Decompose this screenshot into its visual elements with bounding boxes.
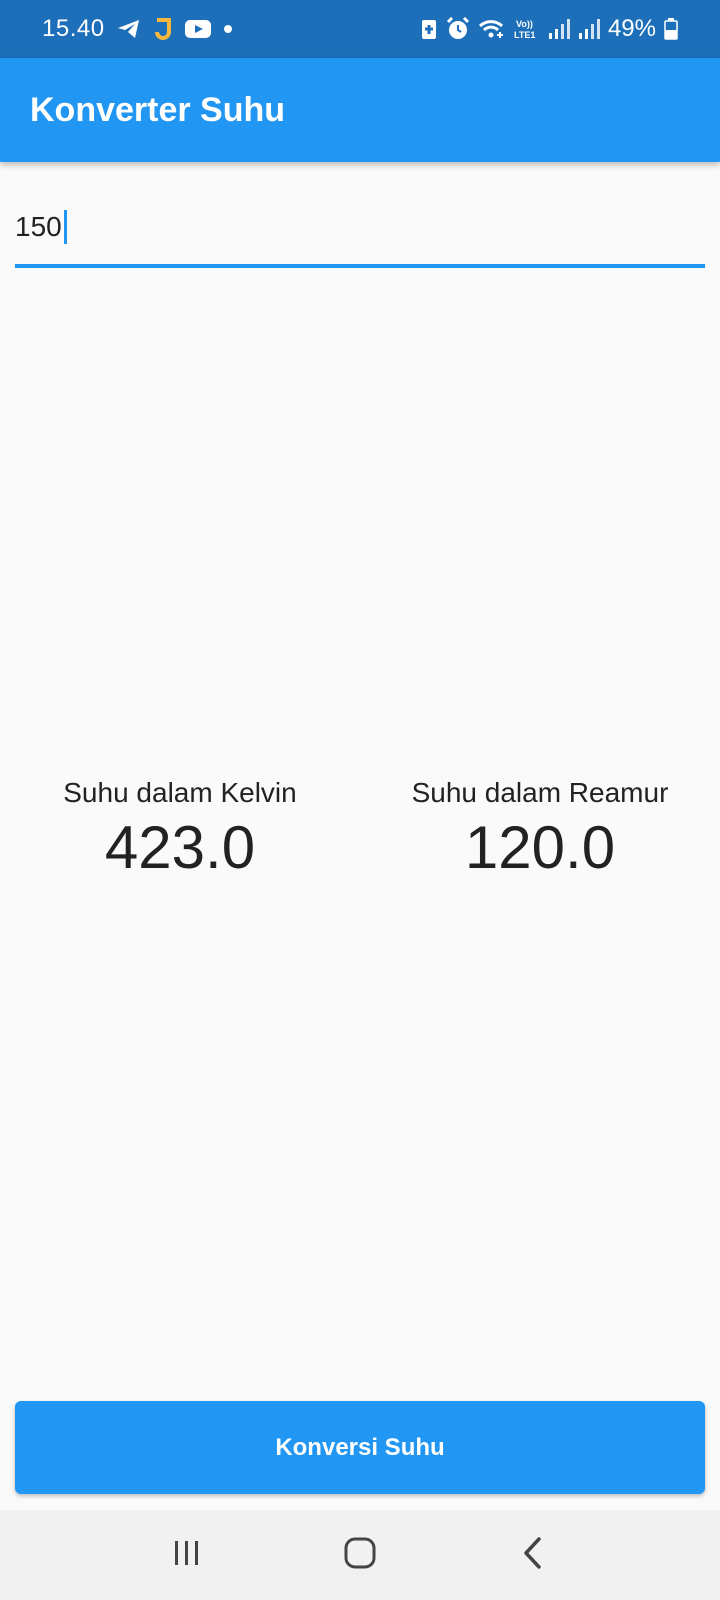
text-cursor <box>63 210 67 244</box>
svg-text:Vo)): Vo)) <box>516 19 533 29</box>
convert-button[interactable]: Konversi Suhu <box>15 1401 705 1494</box>
youtube-icon <box>184 19 211 39</box>
reamur-label: Suhu dalam Reamur <box>411 777 669 808</box>
battery-saver-icon <box>420 17 438 41</box>
temperature-input[interactable]: 150 <box>15 210 67 244</box>
results-row: Suhu dalam Kelvin 423.0 Suhu dalam Reamu… <box>0 775 720 883</box>
status-bar: 15.40 Vo)) LTE1 49% <box>0 0 720 58</box>
signal-icon <box>548 18 570 40</box>
telegram-icon <box>117 18 141 40</box>
back-icon <box>521 1536 545 1575</box>
home-icon <box>343 1536 377 1575</box>
temperature-input-value: 150 <box>15 211 62 242</box>
svg-text:LTE1: LTE1 <box>514 30 535 40</box>
battery-icon <box>664 18 678 40</box>
signal-icon <box>578 18 600 40</box>
dot-icon <box>223 24 233 34</box>
home-button[interactable] <box>320 1525 400 1585</box>
reamur-result: Suhu dalam Reamur 120.0 <box>360 775 720 883</box>
navigation-bar <box>0 1510 720 1600</box>
j-app-icon <box>153 17 173 41</box>
back-button[interactable] <box>493 1525 573 1585</box>
app-bar: Konverter Suhu <box>0 58 720 162</box>
page-title: Konverter Suhu <box>30 90 286 129</box>
recents-icon <box>172 1539 202 1572</box>
kelvin-label: Suhu dalam Kelvin <box>63 777 297 808</box>
volte-icon: Vo)) LTE1 <box>514 17 540 41</box>
status-time: 15.40 <box>42 15 105 42</box>
kelvin-result: Suhu dalam Kelvin 423.0 <box>0 775 360 883</box>
recents-button[interactable] <box>147 1525 227 1585</box>
alarm-icon <box>446 17 470 41</box>
wifi-icon <box>478 18 506 40</box>
battery-percentage: 49% <box>607 15 656 42</box>
temperature-input-field[interactable]: 150 <box>15 190 705 268</box>
reamur-value: 120.0 <box>464 814 616 881</box>
kelvin-value: 423.0 <box>104 814 256 881</box>
